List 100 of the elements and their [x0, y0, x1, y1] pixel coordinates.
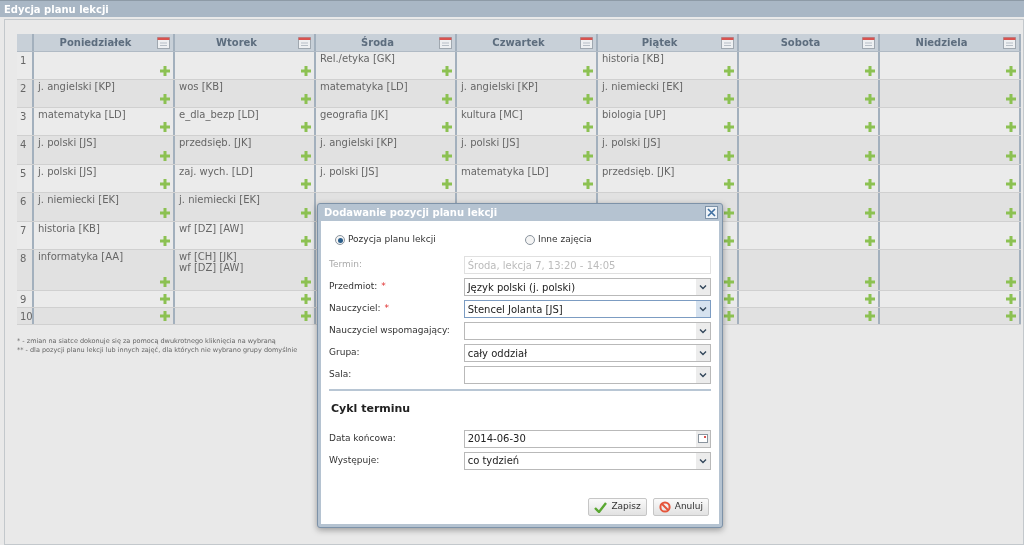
calendar-icon[interactable] [580, 36, 593, 49]
add-icon[interactable] [865, 311, 875, 321]
calendar-icon[interactable] [439, 36, 452, 49]
add-icon[interactable] [865, 66, 875, 76]
add-icon[interactable] [160, 294, 170, 304]
lesson-entry[interactable]: historia [KB] [38, 223, 100, 234]
add-icon[interactable] [724, 277, 734, 287]
add-icon[interactable] [442, 122, 452, 132]
add-icon[interactable] [1006, 277, 1016, 287]
lesson-entry[interactable]: biologia [UP] [602, 109, 666, 120]
add-icon[interactable] [583, 94, 593, 104]
add-icon[interactable] [301, 294, 311, 304]
lesson-entry[interactable]: j. angielski [KP] [320, 137, 397, 148]
add-icon[interactable] [160, 236, 170, 246]
add-icon[interactable] [160, 94, 170, 104]
date-field[interactable]: 2014-06-30 [463, 429, 711, 448]
chevron-down-icon[interactable] [699, 457, 707, 464]
chevron-down-icon[interactable] [699, 306, 707, 312]
dropdown-field[interactable]: Stencel Jolanta [JS] [463, 300, 711, 318]
dropdown-field[interactable] [463, 366, 711, 384]
chevron-down-icon[interactable] [699, 328, 707, 334]
lesson-entry[interactable]: kultura [MC] [461, 109, 523, 120]
add-icon[interactable] [1006, 236, 1016, 246]
dropdown-field[interactable]: Język polski (j. polski) [463, 278, 711, 296]
lesson-entry[interactable]: e_dla_bezp [LD] [179, 109, 259, 120]
lesson-entry[interactable]: historia [KB] [602, 53, 664, 64]
lesson-entry[interactable]: matematyka [LD] [320, 81, 408, 92]
checkmark-icon[interactable] [594, 501, 608, 513]
add-icon[interactable] [1006, 94, 1016, 104]
add-icon[interactable] [160, 66, 170, 76]
add-icon[interactable] [160, 311, 170, 321]
lesson-entry[interactable]: Rel./etyka [GK] [320, 53, 395, 64]
lesson-entry[interactable]: zaj. wych. [LD] [179, 166, 253, 177]
add-icon[interactable] [301, 277, 311, 287]
add-icon[interactable] [160, 179, 170, 189]
lesson-entry[interactable]: wf [DZ] [AW] [179, 223, 244, 234]
add-icon[interactable] [1006, 66, 1016, 76]
add-icon[interactable] [724, 151, 734, 161]
add-icon[interactable] [583, 122, 593, 132]
add-icon[interactable] [865, 151, 875, 161]
add-icon[interactable] [301, 151, 311, 161]
add-icon[interactable] [1006, 208, 1016, 218]
add-icon[interactable] [865, 179, 875, 189]
add-icon[interactable] [1006, 122, 1016, 132]
add-icon[interactable] [724, 294, 734, 304]
lesson-entry[interactable]: matematyka [LD] [461, 166, 549, 177]
add-icon[interactable] [724, 311, 734, 321]
lesson-entry[interactable]: przedsięb. [JK] [179, 137, 252, 148]
add-icon[interactable] [865, 294, 875, 304]
add-icon[interactable] [301, 208, 311, 218]
add-icon[interactable] [865, 277, 875, 287]
add-icon[interactable] [865, 208, 875, 218]
lesson-entry[interactable]: j. niemiecki [EK] [602, 81, 683, 92]
add-icon[interactable] [865, 94, 875, 104]
add-icon[interactable] [301, 311, 311, 321]
lesson-entry[interactable]: j. polski [JS] [461, 137, 520, 148]
add-icon[interactable] [865, 236, 875, 246]
lesson-entry[interactable]: j. angielski [KP] [38, 81, 115, 92]
lesson-entry[interactable]: wos [KB] [179, 81, 223, 92]
add-icon[interactable] [301, 94, 311, 104]
cancel-button[interactable]: Anuluj [652, 498, 709, 516]
add-icon[interactable] [160, 122, 170, 132]
add-icon[interactable] [160, 151, 170, 161]
lesson-entry[interactable]: j. polski [JS] [38, 137, 97, 148]
add-icon[interactable] [160, 277, 170, 287]
prohibited-icon[interactable] [658, 501, 671, 513]
radio-option[interactable]: Inne zajęcia [525, 233, 592, 247]
lesson-entry[interactable]: j. angielski [KP] [461, 81, 538, 92]
add-icon[interactable] [583, 66, 593, 76]
lesson-entry[interactable]: j. polski [JS] [320, 166, 379, 177]
calendar-icon[interactable] [298, 36, 311, 49]
add-icon[interactable] [865, 122, 875, 132]
add-icon[interactable] [724, 179, 734, 189]
calendar-icon[interactable] [157, 36, 170, 49]
add-icon[interactable] [442, 66, 452, 76]
calendar-icon[interactable] [721, 36, 734, 49]
radio-option[interactable]: Pozycja planu lekcji [329, 233, 525, 247]
add-icon[interactable] [1006, 294, 1016, 304]
chevron-down-icon[interactable] [699, 350, 707, 356]
lesson-entry[interactable]: j. polski [JS] [38, 166, 97, 177]
lesson-entry[interactable]: geografia [JK] [320, 109, 389, 120]
lesson-entry[interactable]: informatyka [AA] [38, 251, 124, 262]
add-icon[interactable] [724, 122, 734, 132]
dropdown-field[interactable]: cały oddział [463, 344, 711, 362]
calendar-icon[interactable] [1003, 36, 1016, 49]
chevron-down-icon[interactable] [699, 372, 707, 378]
add-icon[interactable] [1006, 179, 1016, 189]
add-icon[interactable] [442, 151, 452, 161]
lesson-entry[interactable]: wf [CH] [JK] [179, 251, 237, 262]
dropdown-field[interactable] [463, 322, 711, 340]
add-icon[interactable] [583, 151, 593, 161]
lesson-entry[interactable]: wf [DZ] [AW] [179, 262, 244, 273]
add-icon[interactable] [442, 94, 452, 104]
add-icon[interactable] [583, 179, 593, 189]
calendar-icon[interactable] [862, 36, 875, 49]
add-icon[interactable] [301, 66, 311, 76]
add-icon[interactable] [442, 179, 452, 189]
lesson-entry[interactable]: matematyka [LD] [38, 109, 126, 120]
add-icon[interactable] [1006, 311, 1016, 321]
lesson-entry[interactable]: j. niemiecki [EK] [38, 194, 119, 205]
